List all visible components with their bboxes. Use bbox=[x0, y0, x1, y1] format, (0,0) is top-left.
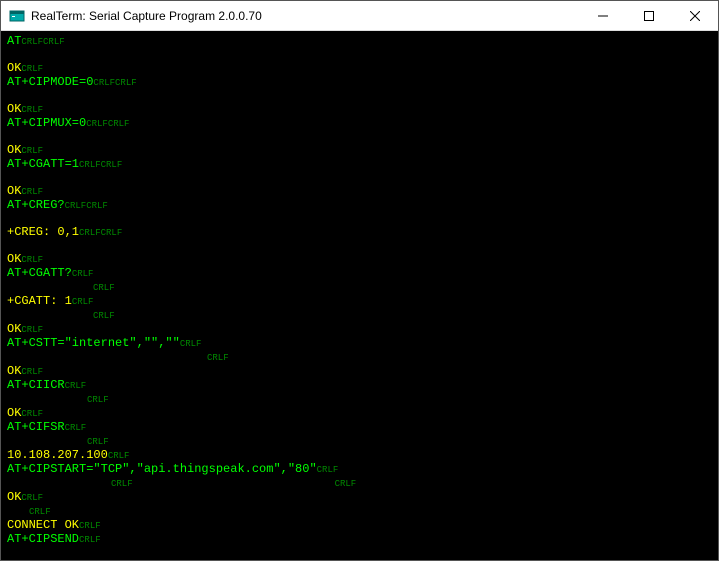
response-text: OK bbox=[7, 143, 21, 157]
at-command: AT+CIPSTART="TCP","api.thingspeak.com","… bbox=[7, 462, 317, 476]
response-text: OK bbox=[7, 61, 21, 75]
titlebar[interactable]: RealTerm: Serial Capture Program 2.0.0.7… bbox=[1, 1, 718, 31]
at-command: AT+CIFSR bbox=[7, 420, 65, 434]
close-button[interactable] bbox=[672, 1, 718, 30]
at-command: AT+CIPSEND bbox=[7, 532, 79, 546]
window-controls bbox=[580, 1, 718, 30]
at-command: AT+CIPMODE=0 bbox=[7, 75, 93, 89]
app-icon bbox=[9, 8, 25, 24]
minimize-button[interactable] bbox=[580, 1, 626, 30]
response-text: OK bbox=[7, 406, 21, 420]
response-text: OK bbox=[7, 252, 21, 266]
app-window: RealTerm: Serial Capture Program 2.0.0.7… bbox=[0, 0, 719, 561]
at-command: AT+CIICR bbox=[7, 378, 65, 392]
response-text: OK bbox=[7, 184, 21, 198]
at-command: AT+CGATT? bbox=[7, 266, 72, 280]
response-text: +CGATT: 1 bbox=[7, 294, 72, 308]
at-command: AT+CREG? bbox=[7, 198, 65, 212]
response-text: OK bbox=[7, 490, 21, 504]
at-command: AT+CSTT="internet","","" bbox=[7, 336, 180, 350]
http-command: GET /channels/119922/feeds/last.txt bbox=[21, 559, 273, 560]
at-command: AT+CIPMUX=0 bbox=[7, 116, 86, 130]
response-text: OK bbox=[7, 322, 21, 336]
response-text: 10.108.207.100 bbox=[7, 448, 108, 462]
window-title: RealTerm: Serial Capture Program 2.0.0.7… bbox=[31, 9, 580, 23]
at-command: AT bbox=[7, 34, 21, 48]
terminal-output[interactable]: ATCRLFCRLF OKCRLFAT+CIPMODE=0CRLFCRLF OK… bbox=[1, 31, 718, 560]
response-text: OK bbox=[7, 102, 21, 116]
response-text: OK bbox=[7, 364, 21, 378]
at-command: AT+CGATT=1 bbox=[7, 157, 79, 171]
maximize-button[interactable] bbox=[626, 1, 672, 30]
prompt: > bbox=[7, 559, 21, 560]
response-text: +CREG: 0,1 bbox=[7, 225, 79, 239]
response-text: CONNECT OK bbox=[7, 518, 79, 532]
